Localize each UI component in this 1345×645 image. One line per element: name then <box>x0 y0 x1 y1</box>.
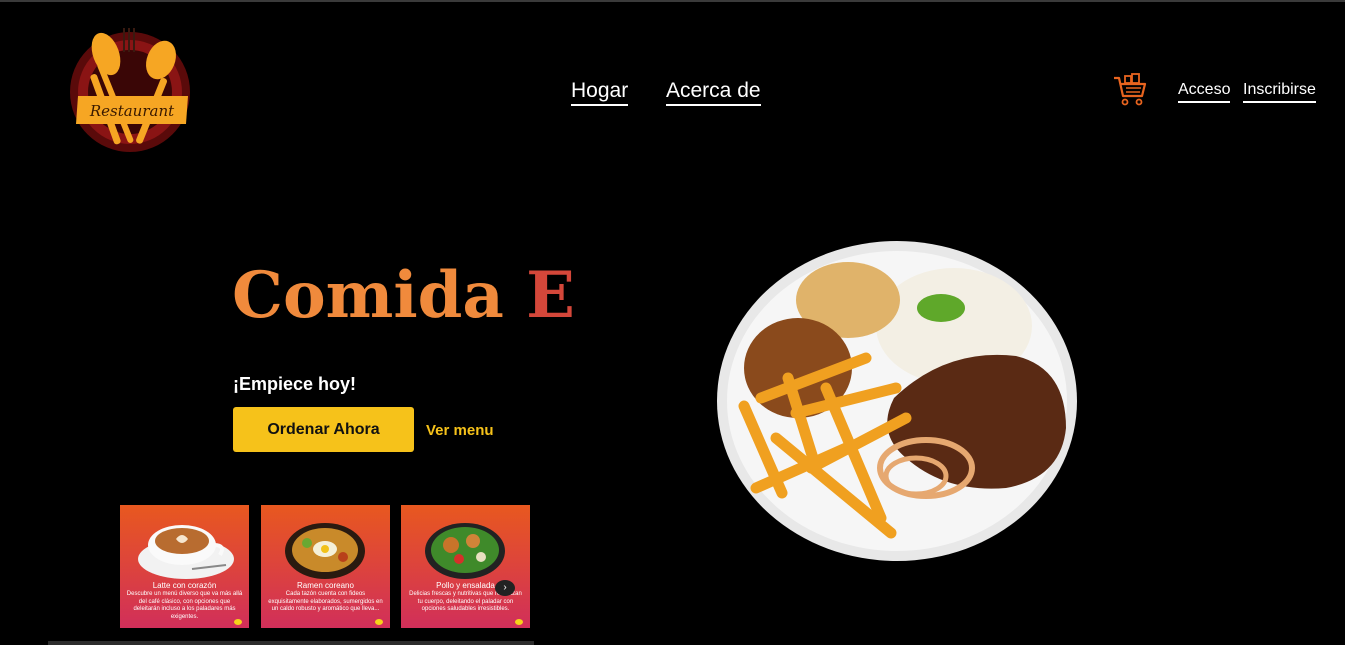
salad-bowl-icon <box>425 523 505 579</box>
favorite-icon[interactable] <box>375 619 383 625</box>
favorite-icon[interactable] <box>234 619 242 625</box>
hero-title: Comida E <box>232 258 575 334</box>
view-menu-link[interactable]: Ver menu <box>426 422 494 439</box>
menu-card-latte[interactable]: Latte con corazón Descubre un menú diver… <box>120 505 249 628</box>
order-now-button[interactable]: Ordenar Ahora <box>233 407 414 452</box>
ramen-bowl-icon <box>285 523 365 579</box>
food-plate-image <box>717 241 1077 561</box>
hero-title-part1: Comida <box>232 258 527 333</box>
horizontal-scrollbar[interactable] <box>48 641 534 645</box>
card-title: Ramen coreano <box>297 581 354 590</box>
menu-card-salad[interactable]: Pollo y ensalada Delicias frescas y nutr… <box>401 505 530 628</box>
card-description: Cada tazón cuenta con fideos exquisitame… <box>268 591 383 612</box>
card-title: Latte con corazón <box>152 581 217 590</box>
hero-title-part2: E <box>526 258 575 333</box>
chevron-right-icon[interactable]: › <box>495 580 515 596</box>
shopping-cart-icon[interactable] <box>1112 72 1148 108</box>
top-border <box>0 0 1345 2</box>
menu-card-ramen[interactable]: Ramen coreano Cada tazón cuenta con fide… <box>261 505 390 628</box>
hero-tagline: ¡Empiece hoy! <box>233 374 357 394</box>
nav-link-acerca[interactable]: Acerca de <box>666 79 761 106</box>
card-description: Descubre un menú diverso que va más allá… <box>126 591 243 620</box>
logo-text: Restaurant <box>89 102 175 120</box>
login-link[interactable]: Acceso <box>1178 80 1231 103</box>
favorite-icon[interactable] <box>515 619 523 625</box>
restaurant-logo[interactable]: Restaurant <box>68 24 196 156</box>
latte-cup-icon <box>138 525 234 579</box>
nav-link-hogar[interactable]: Hogar <box>571 79 629 106</box>
signup-link[interactable]: Inscribirse <box>1243 80 1316 103</box>
